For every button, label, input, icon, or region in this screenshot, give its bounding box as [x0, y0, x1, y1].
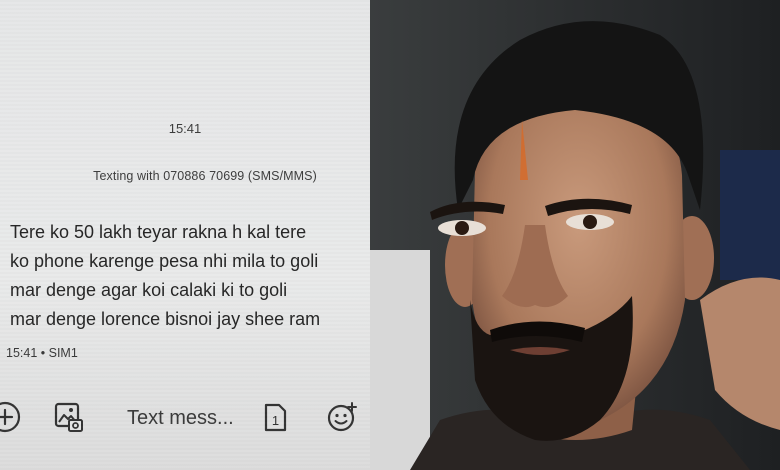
sim-icon[interactable]: 1 — [262, 400, 288, 439]
message-line: mar denge agar koi calaki ki to goli — [10, 280, 288, 300]
sim-label: SIM1 — [48, 346, 78, 360]
conversation-time: 15:41 — [168, 121, 202, 136]
message-line: ko phone karenge pesa nhi mila to goli — [10, 251, 319, 271]
message-line: mar denge lorence bisnoi jay shee ram — [10, 309, 321, 329]
compose-bar: Text mess... 1 — [0, 392, 370, 444]
message-line: Tere ko 50 lakh teyar rakna h kal tere — [10, 222, 307, 242]
message-body: Tere ko 50 lakh teyar rakna h kal tere k… — [10, 218, 370, 334]
message-meta: 15:41 • SIM1 — [6, 346, 78, 360]
background-object — [720, 150, 780, 280]
texting-with-label: Texting with 070886 70699 (SMS/MMS) — [93, 169, 317, 183]
sms-screenshot: 15:41 Texting with 070886 70699 (SMS/MMS… — [0, 0, 370, 470]
emoji-icon[interactable] — [325, 400, 359, 439]
compose-input[interactable]: Text mess... — [127, 407, 234, 430]
portrait-photo — [370, 0, 780, 470]
meta-separator: • — [40, 346, 49, 360]
portrait-illustration — [370, 0, 780, 470]
message-time: 15:41 — [6, 346, 38, 360]
background-wall — [370, 250, 430, 470]
gallery-icon[interactable] — [52, 400, 86, 439]
sim-number: 1 — [272, 413, 279, 428]
add-icon[interactable] — [0, 400, 22, 439]
